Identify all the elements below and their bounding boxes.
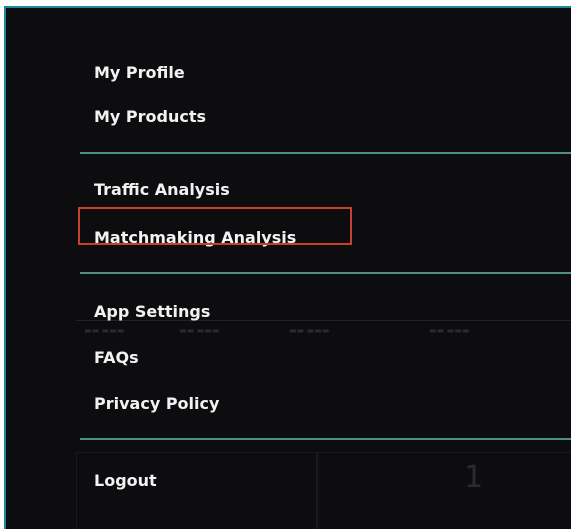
menu-divider	[80, 272, 571, 274]
menu-item-faqs[interactable]: FAQs	[94, 348, 139, 367]
menu-item-traffic-analysis[interactable]: Traffic Analysis	[94, 180, 230, 199]
side-menu: My Profile My Products Traffic Analysis …	[6, 8, 571, 529]
menu-item-my-profile[interactable]: My Profile	[94, 63, 185, 82]
menu-item-privacy-policy[interactable]: Privacy Policy	[94, 394, 219, 413]
menu-divider	[80, 438, 571, 440]
menu-item-my-products[interactable]: My Products	[94, 107, 206, 126]
menu-item-logout[interactable]: Logout	[94, 471, 157, 490]
screenshot-frame: ▬▬ ▬▬▬ ▬▬ ▬▬▬ ▬▬ ▬▬▬ ▬▬ ▬▬▬ 1 My Profile…	[0, 0, 571, 529]
menu-item-app-settings[interactable]: App Settings	[94, 302, 210, 321]
highlight-box	[78, 207, 352, 245]
app-screen: ▬▬ ▬▬▬ ▬▬ ▬▬▬ ▬▬ ▬▬▬ ▬▬ ▬▬▬ 1 My Profile…	[4, 6, 571, 529]
menu-divider	[80, 152, 571, 154]
